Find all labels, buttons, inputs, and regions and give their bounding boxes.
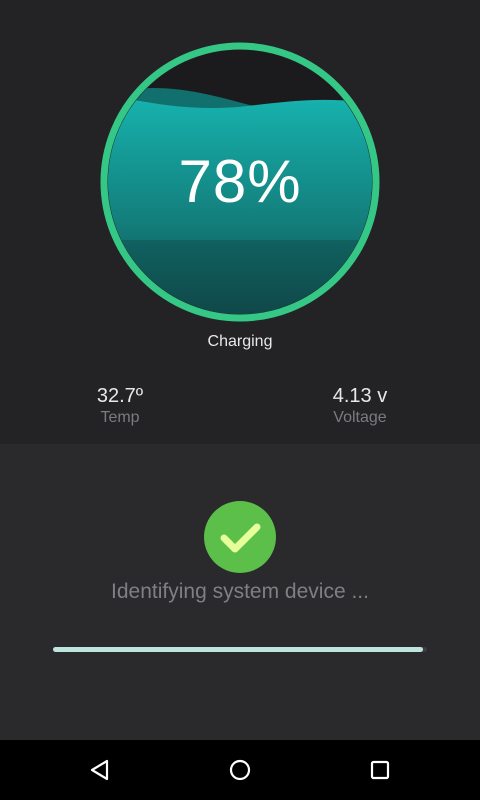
- temperature-value: 32.7º: [96, 385, 144, 407]
- charging-status: Charging: [207, 333, 273, 350]
- temperature-label: Temp: [100, 409, 140, 426]
- back-triangle-icon: [90, 759, 109, 781]
- home-button[interactable]: [216, 754, 264, 786]
- recent-apps-button[interactable]: [356, 754, 404, 786]
- voltage-label: Voltage: [333, 409, 387, 426]
- recent-apps-square-icon: [370, 760, 390, 780]
- scan-progress-fill: [53, 647, 424, 652]
- temperature-stat: 32.7º Temp: [50, 384, 190, 428]
- home-circle-icon: [229, 759, 251, 781]
- battery-percentage: 78%: [178, 148, 302, 215]
- scan-status-message: Identifying system device ...: [111, 580, 369, 603]
- scan-progress-bar: [53, 647, 427, 652]
- back-button[interactable]: [76, 754, 124, 786]
- voltage-stat: 4.13 v Voltage: [290, 384, 430, 428]
- check-icon: [204, 501, 276, 573]
- navigation-bar: [0, 740, 480, 800]
- battery-panel: 78% Charging 32.7º Temp 4.13 v Voltage: [0, 0, 480, 444]
- voltage-value: 4.13 v: [332, 385, 388, 407]
